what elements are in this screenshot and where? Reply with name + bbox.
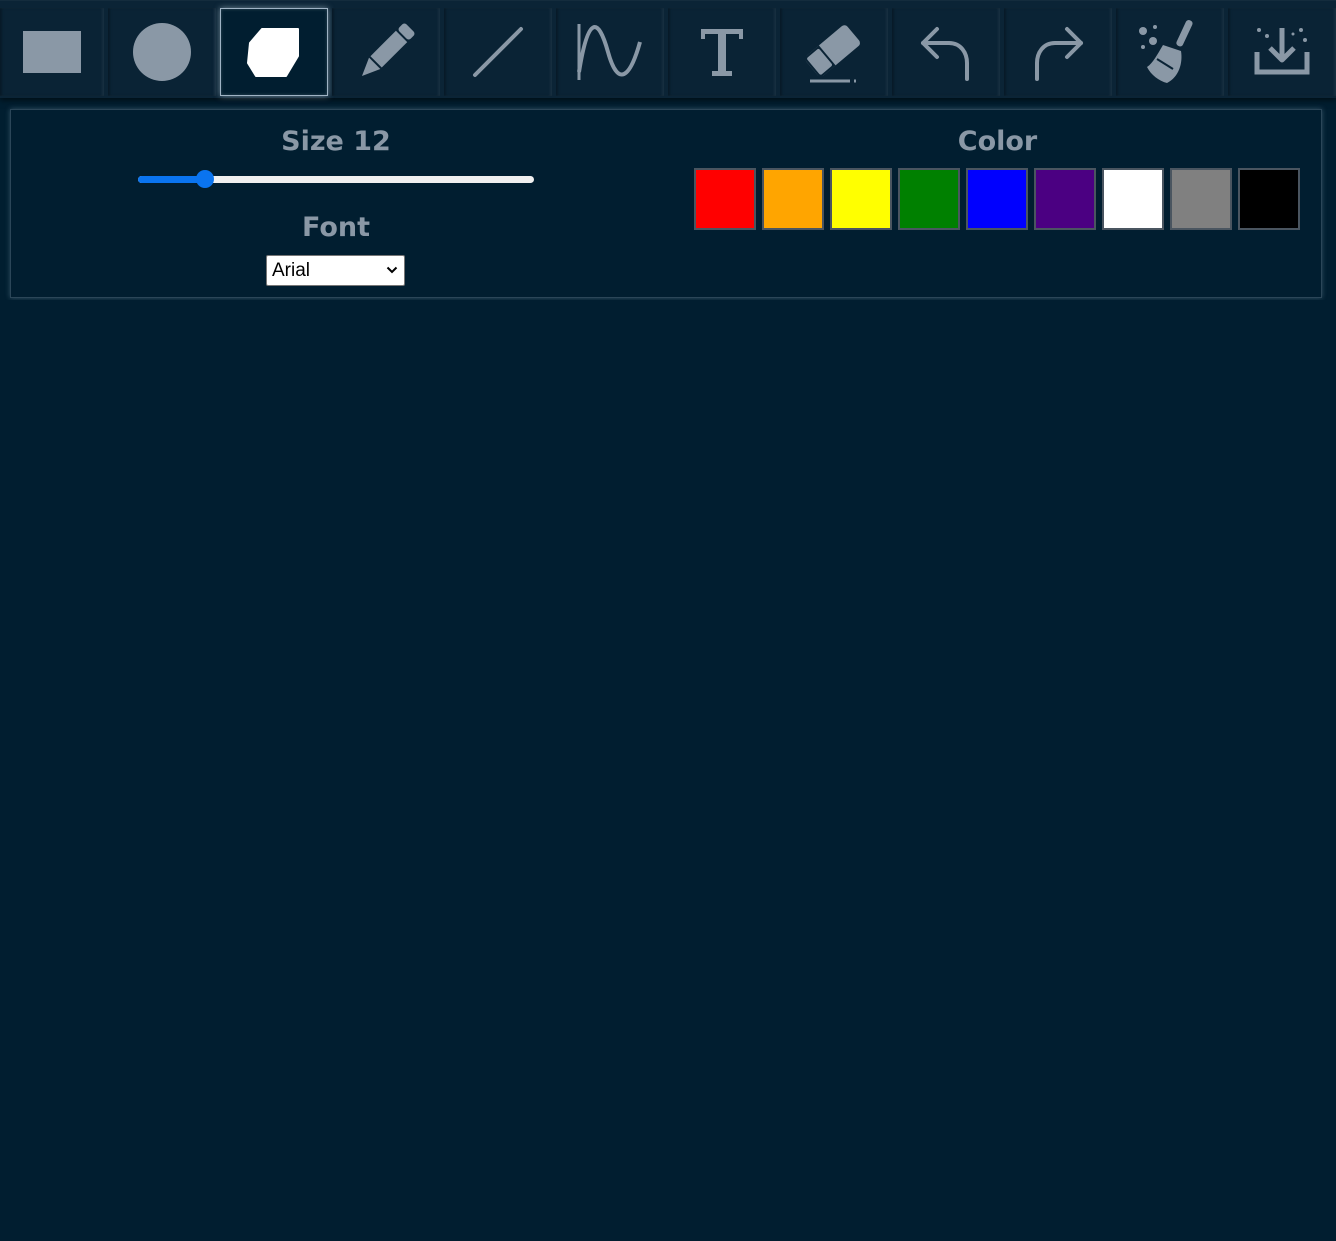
- color-label: Color: [957, 126, 1038, 157]
- pencil-tool-button[interactable]: [332, 8, 440, 96]
- undo-button[interactable]: [892, 8, 1000, 96]
- color-swatches: [694, 168, 1300, 230]
- settings-panel: Size 12 Font Arial Color: [10, 109, 1322, 298]
- toolbar: [0, 0, 1336, 98]
- chevron-down-icon: [386, 266, 398, 274]
- line-icon: [473, 27, 523, 77]
- drawing-canvas[interactable]: [0, 300, 1336, 1241]
- circle-tool-button[interactable]: [108, 8, 216, 96]
- size-slider[interactable]: [138, 170, 534, 188]
- redo-button[interactable]: [1004, 8, 1112, 96]
- redo-icon: [1035, 27, 1083, 81]
- undo-icon: [921, 27, 969, 81]
- polygon-tool-button[interactable]: [220, 8, 328, 96]
- slider-fill: [138, 176, 205, 183]
- slider-thumb[interactable]: [196, 170, 214, 188]
- clear-canvas-button[interactable]: [1116, 8, 1224, 96]
- text-icon: [701, 29, 743, 76]
- download-button[interactable]: [1228, 8, 1336, 96]
- rectangle-icon: [23, 31, 81, 73]
- line-tool-button[interactable]: [444, 8, 552, 96]
- rectangle-tool-button[interactable]: [0, 8, 104, 96]
- color-swatch[interactable]: [898, 168, 960, 230]
- color-swatch[interactable]: [1034, 168, 1096, 230]
- pencil-icon: [361, 23, 415, 77]
- size-label: Size 12: [281, 126, 391, 157]
- color-swatch[interactable]: [762, 168, 824, 230]
- download-icon: [1254, 28, 1310, 75]
- color-swatch[interactable]: [1170, 168, 1232, 230]
- eraser-icon: [803, 25, 860, 83]
- font-label: Font: [301, 212, 371, 243]
- polygon-icon: [247, 28, 299, 77]
- font-select-value: Arial: [272, 260, 311, 281]
- color-swatch[interactable]: [966, 168, 1028, 230]
- circle-icon: [133, 23, 191, 81]
- color-swatch[interactable]: [830, 168, 892, 230]
- font-select[interactable]: Arial: [266, 255, 405, 286]
- color-swatch[interactable]: [1238, 168, 1300, 230]
- eraser-tool-button[interactable]: [780, 8, 888, 96]
- curve-tool-button[interactable]: [556, 8, 664, 96]
- color-swatch[interactable]: [694, 168, 756, 230]
- color-swatch[interactable]: [1102, 168, 1164, 230]
- text-tool-button[interactable]: [668, 8, 776, 96]
- broom-icon: [1139, 20, 1193, 83]
- curve-icon: [577, 24, 642, 80]
